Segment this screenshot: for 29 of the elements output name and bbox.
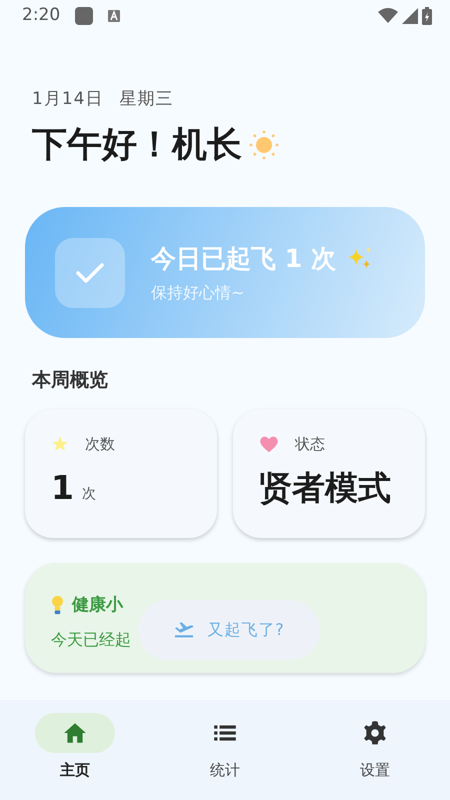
- hero-title: 今日已起飞 1 次: [151, 242, 336, 275]
- tip-text: 今天已经起: [51, 630, 131, 649]
- stat-value: 贤者模式: [259, 467, 391, 509]
- airplane-takeoff-icon: [173, 621, 196, 639]
- heart-icon: [259, 434, 279, 453]
- signal-icon: [402, 8, 418, 24]
- nav-tab[interactable]: 主页: [20, 713, 130, 782]
- weekday-text: 星期三: [119, 88, 174, 111]
- notification-icon: [108, 10, 120, 22]
- stat-value: 1: [51, 467, 74, 509]
- star-icon: [51, 434, 69, 453]
- notification-icon: [74, 6, 94, 26]
- stat-label: 次数: [85, 434, 115, 454]
- settings-icon: [362, 720, 388, 746]
- nav-tab[interactable]: 设置: [320, 713, 430, 782]
- stat-unit: 次: [82, 484, 96, 504]
- clock: 2:20: [22, 4, 60, 28]
- lightbulb-icon: [51, 595, 64, 616]
- greeting-title: 下午好！机长: [32, 124, 242, 166]
- section-title: 本周概览: [32, 368, 109, 393]
- stat-label: 状态: [295, 434, 325, 454]
- check-icon: [55, 238, 125, 308]
- wifi-icon: [378, 8, 398, 24]
- hero-subtitle: 保持好心情~: [151, 282, 246, 304]
- nav-tab[interactable]: 统计: [170, 713, 280, 782]
- battery-icon: [422, 7, 432, 25]
- tip-title: 健康小: [72, 594, 123, 616]
- sun-icon: [248, 128, 280, 161]
- date-text: 1月14日: [32, 88, 104, 111]
